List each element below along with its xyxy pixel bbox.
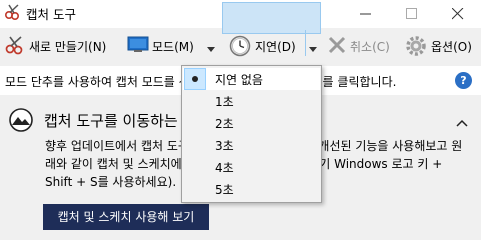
delay-menu: 지연 없음 1초 2초 3초 4초 5초 [181, 65, 322, 203]
help-icon[interactable]: ? [455, 72, 472, 89]
window-title: 캡처 도구 [26, 7, 76, 22]
delay-menu-item-3s[interactable]: 3초 [183, 134, 320, 156]
cancel-x-icon [328, 36, 346, 54]
cancel-button[interactable]: 취소(C) [350, 38, 390, 55]
close-icon [452, 8, 464, 20]
delay-menu-item-5s[interactable]: 5초 [183, 178, 320, 200]
delay-button[interactable]: 지연(D) [255, 38, 296, 55]
snipping-tool-icon [4, 3, 22, 21]
clock-icon [229, 35, 251, 57]
delay-button-group[interactable] [222, 2, 321, 34]
maximize-icon [406, 8, 417, 19]
delay-menu-item-1s[interactable]: 1초 [183, 90, 320, 112]
snip-sketch-logo-icon [9, 108, 33, 132]
promo-card-title: 캡처 도구를 이동하는 중 [44, 112, 197, 130]
new-snip-button[interactable]: 새로 만들기(N) [29, 38, 106, 55]
maximize-button[interactable] [389, 0, 435, 28]
minimize-button[interactable] [343, 0, 389, 28]
mode-icon [127, 36, 149, 53]
try-snip-sketch-button[interactable]: 캡처 및 스케치 사용해 보기 [43, 204, 209, 230]
options-button[interactable]: 옵션(O) [431, 38, 472, 55]
gear-icon [405, 35, 427, 57]
close-button[interactable] [435, 0, 481, 28]
new-snip-icon [4, 34, 26, 56]
delay-menu-item-none[interactable]: 지연 없음 [183, 68, 320, 90]
selected-radio-icon [184, 68, 206, 90]
collapse-chevron-icon[interactable] [456, 116, 468, 130]
delay-menu-item-4s[interactable]: 4초 [183, 156, 320, 178]
minimize-icon [360, 13, 371, 15]
delay-split-divider [305, 30, 306, 56]
delay-dropdown-arrow-icon[interactable] [309, 42, 318, 56]
mode-dropdown-arrow-icon[interactable] [207, 42, 216, 56]
mode-button[interactable]: 모드(M) [152, 38, 194, 55]
delay-menu-item-2s[interactable]: 2초 [183, 112, 320, 134]
